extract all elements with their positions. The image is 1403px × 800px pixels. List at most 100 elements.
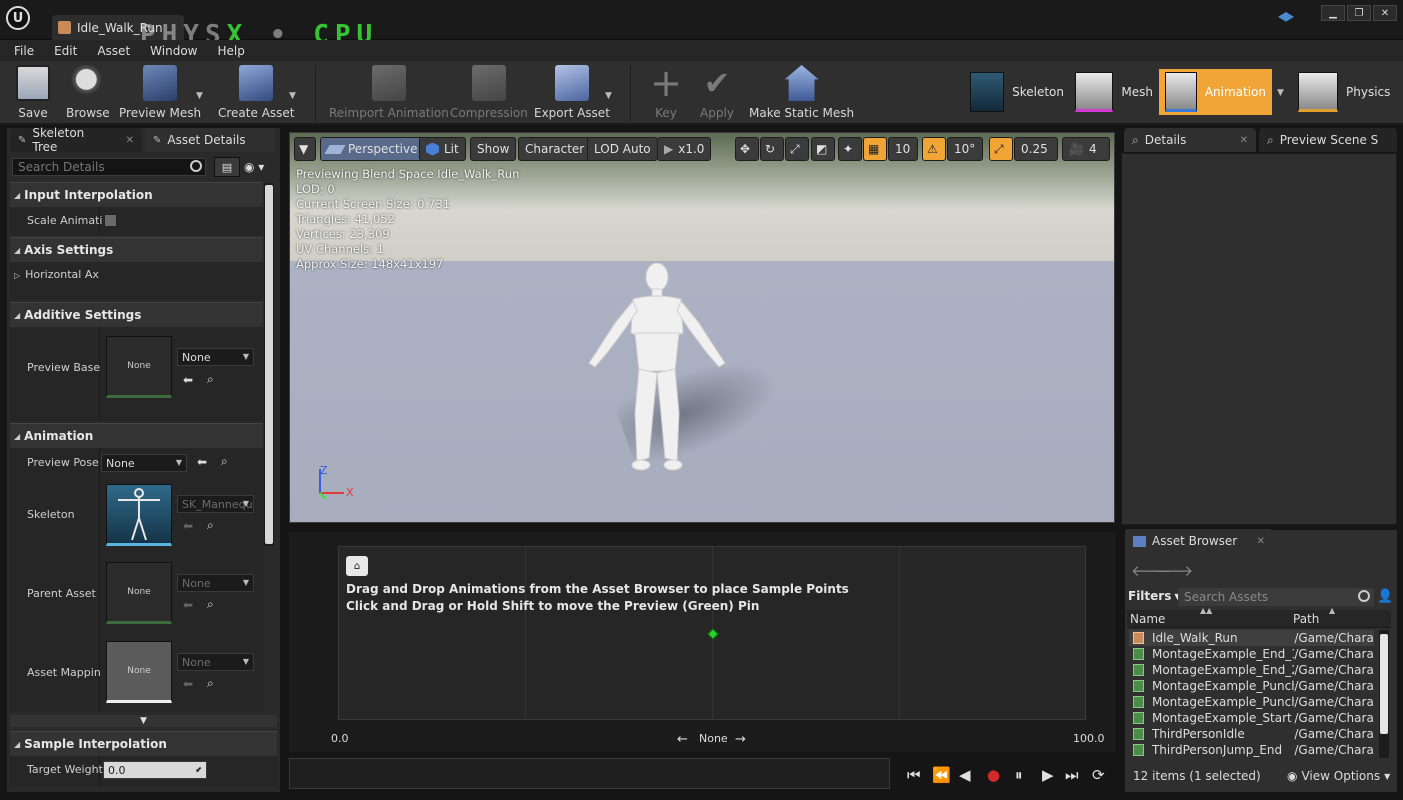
create-asset-dropdown-icon[interactable]: ▼ <box>289 91 296 101</box>
parent-asset-thumbnail[interactable]: None <box>106 562 172 624</box>
rotate-mode-icon[interactable]: ↻ <box>760 137 784 161</box>
menu-help[interactable]: Help <box>217 44 244 58</box>
list-item[interactable]: MontageExample_Start /Game/Charac <box>1129 710 1374 726</box>
preview-base-combo[interactable]: None ▼ <box>177 348 254 366</box>
character-button[interactable]: Character <box>518 137 592 161</box>
browse-magnifier-icon[interactable]: ⌕ <box>207 676 214 691</box>
tab-asset-browser[interactable]: Asset Browser ✕ <box>1125 529 1273 553</box>
pause-icon[interactable]: ⏸ <box>1015 766 1023 784</box>
save-button[interactable]: Save <box>16 65 50 120</box>
details-scrollbar-track[interactable] <box>264 183 274 546</box>
use-selected-arrow-icon[interactable]: ⬅ <box>183 519 193 533</box>
preview-mesh-dropdown-icon[interactable]: ▼ <box>196 91 203 101</box>
parent-asset-combo[interactable]: None ▼ <box>177 574 254 592</box>
mode-skeleton-button[interactable]: Skeleton <box>964 69 1070 115</box>
mode-mesh-button[interactable]: Mesh <box>1069 69 1159 115</box>
close-tab-icon[interactable]: ✕ <box>1240 135 1248 146</box>
skeleton-combo[interactable]: SK_Mannequ ▼ <box>177 495 254 513</box>
filters-dropdown[interactable]: Filters▼ <box>1128 589 1181 603</box>
tab-skeleton-tree[interactable]: ✎ Skeleton Tree ✕ <box>10 126 142 154</box>
list-item[interactable]: ThirdPersonIdle /Game/Charac <box>1129 726 1374 742</box>
list-item[interactable]: ThirdPersonJump_End /Game/Charac <box>1129 742 1374 758</box>
grid-snap-value[interactable]: 10 <box>888 137 918 161</box>
step-back-icon[interactable]: ⏪ <box>932 766 951 784</box>
category-axis-settings[interactable]: ◢ Axis Settings <box>10 237 263 262</box>
eye-visibility-icon[interactable]: ◉ ▾ <box>244 160 264 174</box>
scale-mode-icon[interactable]: ⤢ <box>785 137 809 161</box>
surface-snap-icon[interactable]: ✦ <box>838 137 862 161</box>
preview-mesh-button[interactable]: Preview Mesh <box>119 65 201 120</box>
preview-viewport[interactable]: ▼ Perspective Lit Show Character LOD Aut… <box>289 132 1115 523</box>
preview-pose-combo[interactable]: None ▼ <box>101 454 187 472</box>
perspective-button[interactable]: Perspective <box>320 137 425 161</box>
compression-button[interactable]: Compression <box>450 65 528 120</box>
asset-row-idle-walk-run[interactable]: Idle_Walk_Run /Game/Charac <box>1129 630 1374 646</box>
export-asset-button[interactable]: Export Asset <box>534 65 610 120</box>
make-static-mesh-button[interactable]: Make Static Mesh <box>749 65 854 120</box>
target-weight-input[interactable]: 0.0 ⬋ <box>103 761 207 779</box>
mode-animation-button[interactable]: Animation <box>1159 69 1272 115</box>
lod-auto-button[interactable]: LOD Auto <box>587 137 658 161</box>
key-button[interactable]: + Key <box>649 64 683 120</box>
browse-magnifier-icon[interactable]: ⌕ <box>207 518 214 533</box>
mannequin-character[interactable] <box>575 263 740 478</box>
use-selected-arrow-icon[interactable]: ⬅ <box>183 373 193 387</box>
browse-button[interactable]: Browse <box>66 65 110 120</box>
export-dropdown-icon[interactable]: ▼ <box>605 91 612 101</box>
asset-list-scrollbar-thumb[interactable] <box>1380 634 1388 734</box>
minimize-button[interactable]: ▁ <box>1321 5 1345 21</box>
menu-window[interactable]: Window <box>150 44 197 58</box>
coordinate-system-icon[interactable]: ◩ <box>811 137 835 161</box>
search-details-input[interactable]: Search Details <box>12 158 206 176</box>
skeleton-thumbnail[interactable] <box>106 484 172 546</box>
asset-list-scrollbar-track[interactable] <box>1379 630 1389 758</box>
menu-asset[interactable]: Asset <box>97 44 130 58</box>
camera-speed-button[interactable]: 🎥 4 <box>1062 137 1110 161</box>
timeline-scrub-bar[interactable] <box>289 758 890 789</box>
horizontal-axis-row[interactable]: ▷ Horizontal Ax <box>14 268 99 281</box>
list-item[interactable]: MontageExample_Punch_ /Game/Charac <box>1129 694 1374 710</box>
rotation-snap-value[interactable]: 10° <box>947 137 983 161</box>
tab-preview-scene-settings[interactable]: ⌕ Preview Scene S <box>1259 128 1397 152</box>
tab-details[interactable]: ⌕ Details ✕ <box>1124 128 1256 152</box>
category-additive-settings[interactable]: ◢ Additive Settings <box>10 302 263 327</box>
menu-edit[interactable]: Edit <box>54 44 77 58</box>
mode-physics-button[interactable]: Physics <box>1292 69 1397 115</box>
rotation-snap-icon[interactable]: ⚠ <box>922 137 946 161</box>
close-button[interactable]: ✕ <box>1373 5 1397 21</box>
create-asset-button[interactable]: Create Asset <box>218 65 295 120</box>
asset-mapping-thumbnail[interactable]: None <box>106 641 172 703</box>
scale-animation-checkbox[interactable] <box>104 214 117 227</box>
browse-magnifier-icon[interactable]: ⌕ <box>207 372 214 387</box>
column-header-path[interactable]: Path <box>1293 612 1319 626</box>
record-icon[interactable]: ● <box>987 766 1000 784</box>
grid-snap-icon[interactable]: ▦ <box>863 137 887 161</box>
list-item[interactable]: MontageExample_End_2 /Game/Charac <box>1129 662 1374 678</box>
reimport-animation-button[interactable]: Reimport Animation <box>329 65 449 120</box>
use-selected-arrow-icon[interactable]: ⬅ <box>197 455 207 469</box>
apply-button[interactable]: ✔ Apply <box>700 65 734 120</box>
list-item[interactable]: MontageExample_End_1 /Game/Charac <box>1129 646 1374 662</box>
translate-mode-icon[interactable]: ✥ <box>735 137 759 161</box>
preview-base-thumbnail[interactable]: None <box>106 336 172 398</box>
category-animation[interactable]: ◢ Animation <box>10 423 263 448</box>
close-tab-icon[interactable]: ✕ <box>126 135 134 146</box>
category-input-interpolation[interactable]: ◢ Input Interpolation <box>10 182 263 207</box>
menu-file[interactable]: File <box>14 44 34 58</box>
details-scrollbar-thumb[interactable] <box>265 185 273 544</box>
close-tab-icon[interactable]: ✕ <box>1257 536 1265 547</box>
animation-dropdown-icon[interactable]: ▼ <box>1277 88 1284 98</box>
loop-icon[interactable]: ⟳ <box>1092 766 1105 784</box>
maximize-button[interactable]: ❐ <box>1347 5 1371 21</box>
forward-arrow-icon[interactable]: 🡒 <box>1153 561 1193 580</box>
user-filter-icon[interactable]: 👤 <box>1377 589 1393 604</box>
graduation-cap-icon[interactable] <box>1278 12 1294 22</box>
skip-to-start-icon[interactable]: ⏮ <box>907 766 921 784</box>
use-selected-arrow-icon[interactable]: ⬅ <box>183 598 193 612</box>
property-matrix-icon[interactable]: ▤ <box>214 157 240 177</box>
lit-button[interactable]: Lit <box>419 137 466 161</box>
show-button[interactable]: Show <box>470 137 517 161</box>
category-sample-interpolation[interactable]: ◢ Sample Interpolation <box>10 731 277 756</box>
search-assets-input[interactable]: Search Assets <box>1178 588 1374 606</box>
column-header-name[interactable]: Name <box>1130 612 1165 626</box>
